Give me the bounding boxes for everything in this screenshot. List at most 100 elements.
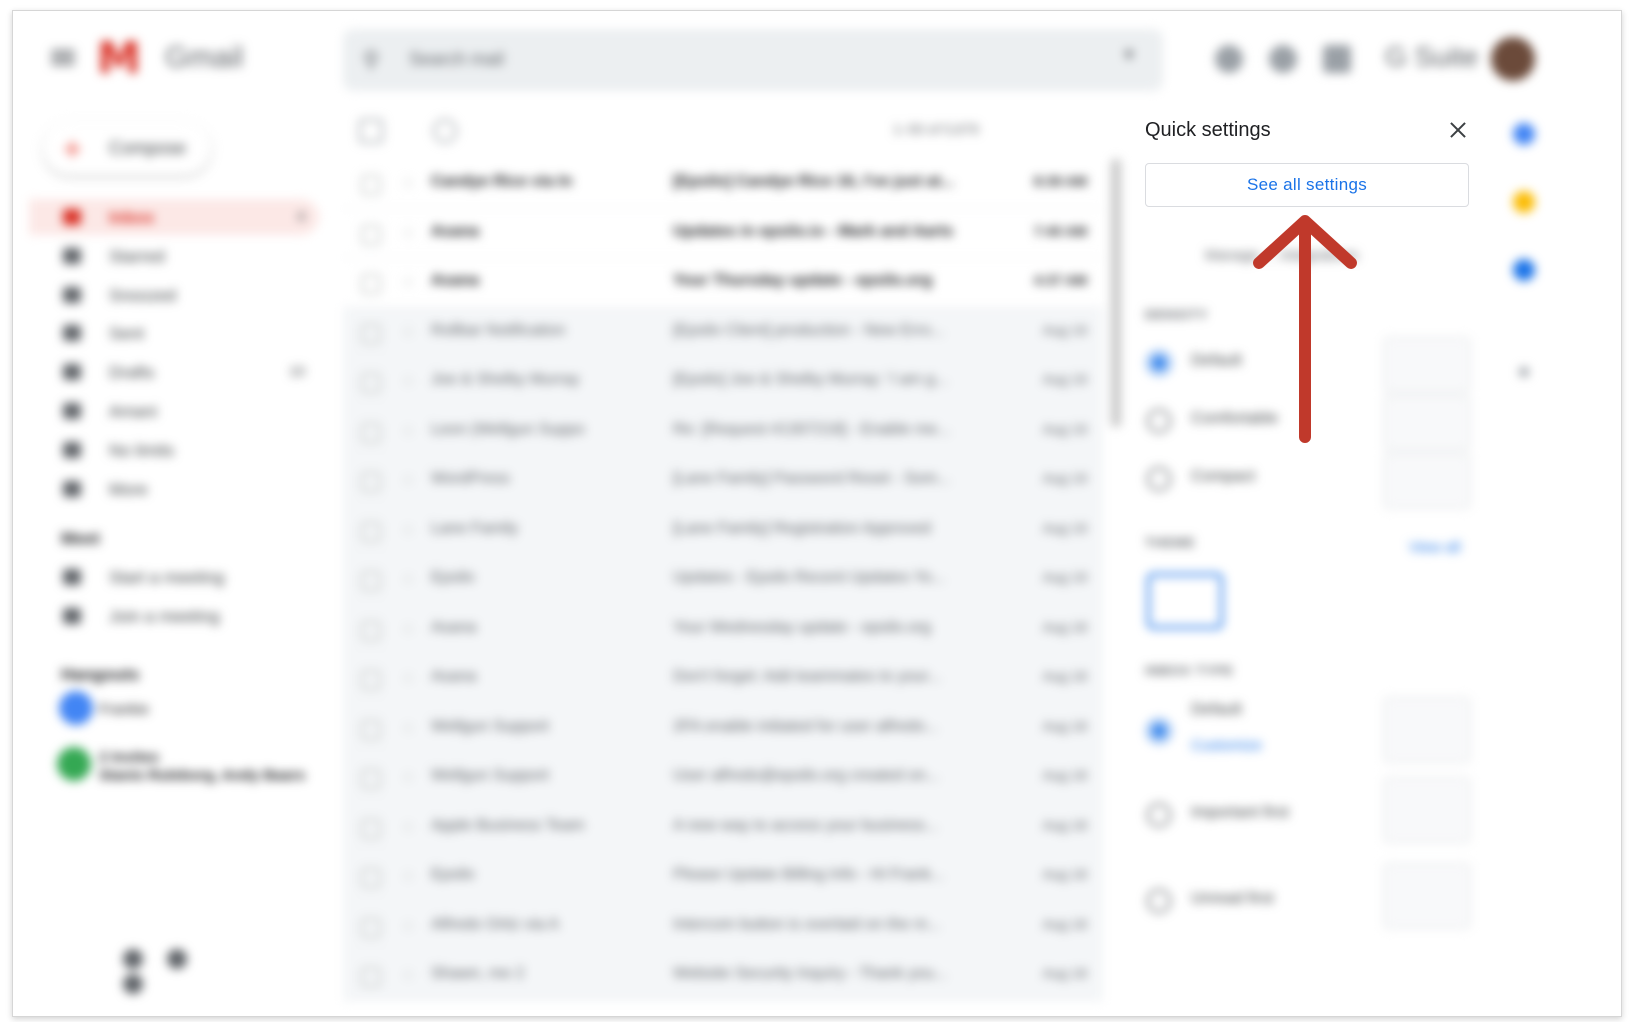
row-checkbox[interactable] <box>361 224 381 245</box>
table-row[interactable]: ☆ Wellgun Support User alfredo@epsilo.org … <box>343 753 1103 803</box>
row-checkbox[interactable] <box>361 868 381 888</box>
star-icon[interactable]: ☆ <box>401 470 415 490</box>
customize-link[interactable]: Customize <box>1191 737 1262 754</box>
row-checkbox[interactable] <box>361 917 381 938</box>
row-checkbox[interactable] <box>361 670 381 690</box>
row-checkbox[interactable] <box>361 571 381 591</box>
table-row[interactable]: ☆ Leon (Wellgun Suppo Re: [Request #130721… <box>343 406 1103 456</box>
density-compact-thumb[interactable] <box>1383 453 1471 509</box>
table-row[interactable]: ☆ Apple Business Team A new way to access … <box>343 802 1103 852</box>
star-icon[interactable]: ☆ <box>401 520 415 540</box>
search-bar[interactable]: ⚲ Search mail ▼ <box>343 29 1163 91</box>
inbox-important-thumb[interactable] <box>1383 777 1471 843</box>
sidebar-item-drafts[interactable]: Drafts 10 <box>29 354 319 390</box>
tasks-icon[interactable] <box>1513 259 1535 281</box>
density-comfortable-thumb[interactable] <box>1383 395 1471 451</box>
table-row[interactable]: ☆ WordPress [Lane Family] Password Reset -… <box>343 456 1103 506</box>
inbox-unread-radio[interactable] <box>1147 889 1171 913</box>
theme-thumbnail[interactable] <box>1147 573 1223 629</box>
star-icon[interactable]: ☆ <box>401 272 415 292</box>
row-checkbox[interactable] <box>361 620 381 641</box>
star-icon[interactable]: ☆ <box>401 668 415 688</box>
hangouts-avatar[interactable] <box>59 691 93 725</box>
density-compact-radio[interactable] <box>1147 467 1171 491</box>
inbox-default-thumb[interactable] <box>1383 697 1471 763</box>
help-icon[interactable] <box>1215 45 1243 73</box>
avatar[interactable] <box>1491 37 1535 81</box>
table-row[interactable]: ☆ Asana Don't forget: Add teammates to you… <box>343 654 1103 704</box>
table-row[interactable]: ☆ Asana Your Thursday update - epsilo.org 4… <box>343 258 1103 308</box>
table-row[interactable]: ☆ Rollbar Notification [Epsilo Client] pro… <box>343 307 1103 357</box>
star-icon[interactable]: ☆ <box>401 767 415 787</box>
star-icon[interactable]: ☆ <box>401 421 415 441</box>
refresh-icon[interactable] <box>433 119 457 143</box>
table-row[interactable]: ☆ Epsilo Updates - Epsilo Recent Updates Y… <box>343 555 1103 605</box>
mail-list-scrollbar[interactable] <box>1111 159 1121 427</box>
table-row[interactable]: ☆ Lane Family [Lane Family] Registration A… <box>343 505 1103 555</box>
select-all-checkbox[interactable] <box>359 119 383 143</box>
table-row[interactable]: ☆ Candye Rice via In [Epsilo] Candye Rice … <box>343 159 1103 209</box>
inbox-default-radio[interactable] <box>1147 719 1171 743</box>
calendar-icon[interactable] <box>1513 123 1535 145</box>
keep-icon[interactable] <box>1513 191 1535 213</box>
density-default-thumb[interactable] <box>1383 337 1471 393</box>
menu-icon[interactable] <box>51 47 75 71</box>
chat-icon[interactable] <box>167 949 187 969</box>
star-icon[interactable]: ☆ <box>401 916 415 936</box>
table-row[interactable]: ☆ Shawn, me 2 Website Security Inquiry - T… <box>343 951 1103 1001</box>
inbox-important-radio[interactable] <box>1147 803 1171 827</box>
star-icon[interactable]: ☆ <box>401 866 415 886</box>
star-icon[interactable]: ☆ <box>401 718 415 738</box>
sidebar-item-snoozed[interactable]: Snoozed <box>29 277 319 313</box>
row-checkbox[interactable] <box>361 719 381 740</box>
row-checkbox[interactable] <box>361 818 381 839</box>
table-row[interactable]: ☆ Asana Updates in epsilo.io - Mark and Aa… <box>343 209 1103 258</box>
star-icon[interactable]: ☆ <box>401 371 415 391</box>
sidebar-item-more[interactable]: More <box>29 471 319 507</box>
row-checkbox[interactable] <box>361 521 381 542</box>
add-addon-icon[interactable] <box>1519 367 1529 377</box>
row-checkbox[interactable] <box>361 373 381 393</box>
sidebar-item-no-limits[interactable]: No limits <box>29 432 319 468</box>
star-icon[interactable]: ☆ <box>401 223 415 243</box>
table-row[interactable]: ☆ Asana Your Wednesday update - epsilo.org… <box>343 604 1103 654</box>
search-icon[interactable]: ⚲ <box>363 47 379 73</box>
star-icon[interactable]: ☆ <box>401 817 415 837</box>
table-row[interactable]: ☆ Wellgun Support 2FA enable initiated for… <box>343 703 1103 753</box>
star-icon[interactable]: ☆ <box>401 569 415 589</box>
star-icon[interactable]: ☆ <box>401 965 415 985</box>
hangouts-group-title[interactable]: 2 Invites <box>99 749 159 766</box>
join-meeting-item[interactable]: Join a meeting <box>29 598 319 634</box>
hangouts-user[interactable]: Frankie <box>99 701 149 718</box>
search-input[interactable]: Search mail <box>409 49 504 70</box>
compose-button[interactable]: + Compose <box>43 121 211 175</box>
see-all-settings-button[interactable]: See all settings <box>1145 163 1469 207</box>
density-comfortable-radio[interactable] <box>1147 409 1171 433</box>
hangouts-group-avatar[interactable] <box>57 747 91 781</box>
row-checkbox[interactable] <box>361 967 381 987</box>
row-checkbox[interactable] <box>361 472 381 492</box>
inbox-unread-thumb[interactable] <box>1383 863 1471 929</box>
row-checkbox[interactable] <box>361 422 381 443</box>
close-icon[interactable] <box>1443 115 1473 145</box>
apps-icon[interactable] <box>1323 45 1351 73</box>
sidebar-item-sent[interactable]: Sent <box>29 315 319 351</box>
person-icon[interactable] <box>123 949 143 969</box>
star-icon[interactable]: ☆ <box>401 173 415 193</box>
sidebar-item-amani[interactable]: Amani <box>29 393 319 429</box>
table-row[interactable]: ☆ Joe & Shelby Murray [Epsilo] Joe & Shelb… <box>343 357 1103 407</box>
row-checkbox[interactable] <box>361 175 381 195</box>
gear-icon[interactable] <box>1269 45 1297 73</box>
chevron-down-icon[interactable]: ▼ <box>1121 47 1137 65</box>
table-row[interactable]: ☆ Epsilo Please Update Billing Info - Hi F… <box>343 852 1103 902</box>
star-icon[interactable]: ☆ <box>401 619 415 639</box>
star-icon[interactable]: ☆ <box>401 322 415 342</box>
row-checkbox[interactable] <box>361 274 381 294</box>
phone-icon[interactable] <box>123 974 143 994</box>
sidebar-item-starred[interactable]: Starred <box>29 238 319 274</box>
row-checkbox[interactable] <box>361 323 381 344</box>
start-meeting-item[interactable]: Start a meeting <box>29 559 319 595</box>
table-row[interactable]: ☆ Alfredo Ortiz via A Intercom button is o… <box>343 901 1103 951</box>
view-all-themes-link[interactable]: View all <box>1409 539 1460 556</box>
density-default-radio[interactable] <box>1147 351 1171 375</box>
